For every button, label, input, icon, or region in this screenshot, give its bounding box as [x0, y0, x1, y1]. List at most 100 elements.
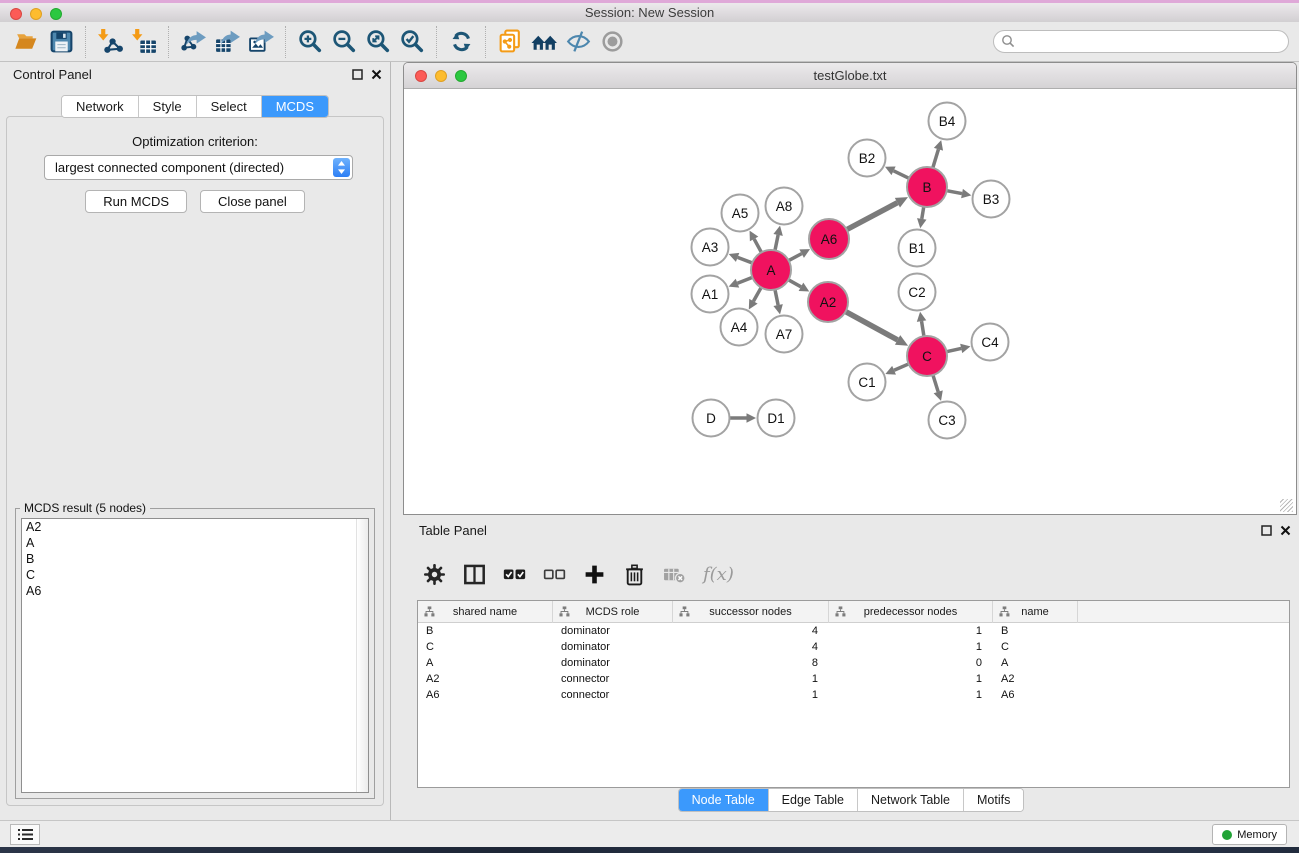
cell[interactable]: 4 [673, 639, 829, 655]
graph-node-C3[interactable]: C3 [929, 402, 966, 439]
cell[interactable]: A2 [418, 671, 553, 687]
show-columns-icon[interactable] [463, 563, 486, 586]
deselect-all-icon[interactable] [543, 563, 566, 586]
cell[interactable]: 1 [829, 671, 993, 687]
tab-network-table[interactable]: Network Table [858, 789, 964, 811]
column-header-MCDS-role[interactable]: MCDS role [553, 601, 673, 623]
column-header-shared-name[interactable]: shared name [418, 601, 553, 623]
graph-node-D[interactable]: D [693, 400, 730, 437]
graph-node-B[interactable]: B [907, 167, 947, 207]
cell[interactable]: dominator [553, 655, 673, 671]
cell[interactable]: 1 [673, 687, 829, 703]
cell[interactable]: 0 [829, 655, 993, 671]
cell[interactable]: B [418, 623, 553, 639]
table-row-a[interactable]: Adominator80A [418, 655, 1289, 671]
save-session-icon[interactable] [44, 26, 78, 58]
open-session-icon[interactable] [10, 26, 44, 58]
cell[interactable]: A6 [418, 687, 553, 703]
delete-table-icon[interactable] [663, 563, 686, 586]
tab-network[interactable]: Network [62, 96, 139, 117]
memory-button[interactable]: Memory [1212, 824, 1287, 845]
tab-edge-table[interactable]: Edge Table [769, 789, 858, 811]
close-table-panel-icon[interactable] [1280, 525, 1291, 536]
hide-selected-icon[interactable] [561, 26, 595, 58]
table-row-a2[interactable]: A2connector11A2 [418, 671, 1289, 687]
refresh-icon[interactable] [444, 26, 478, 58]
table-row-a6[interactable]: A6connector11A6 [418, 687, 1289, 703]
graph-node-A8[interactable]: A8 [766, 188, 803, 225]
result-scrollbar[interactable] [356, 519, 368, 792]
import-table-icon[interactable] [127, 26, 161, 58]
resize-grip-icon[interactable] [1280, 499, 1293, 512]
duplicate-network-icon[interactable] [493, 26, 527, 58]
table-settings-icon[interactable] [423, 563, 446, 586]
graph-node-B3[interactable]: B3 [973, 181, 1010, 218]
optimization-criterion-select[interactable]: largest connected component (directed) [44, 155, 353, 180]
graph-node-B2[interactable]: B2 [849, 140, 886, 177]
cell[interactable]: 1 [673, 671, 829, 687]
graph-node-C[interactable]: C [907, 336, 947, 376]
zoom-selected-icon[interactable] [395, 26, 429, 58]
graph-node-A2[interactable]: A2 [808, 282, 848, 322]
cell[interactable]: A [993, 655, 1078, 671]
cell[interactable]: B [993, 623, 1078, 639]
zoom-fit-icon[interactable] [361, 26, 395, 58]
export-network-icon[interactable] [176, 26, 210, 58]
zoom-out-icon[interactable] [327, 26, 361, 58]
export-image-icon[interactable] [244, 26, 278, 58]
graph-node-A5[interactable]: A5 [722, 195, 759, 232]
import-network-icon[interactable] [93, 26, 127, 58]
graph-node-D1[interactable]: D1 [758, 400, 795, 437]
task-history-button[interactable] [10, 824, 40, 845]
tab-mcds[interactable]: MCDS [262, 96, 328, 117]
graph-node-A1[interactable]: A1 [692, 276, 729, 313]
cell[interactable]: A [418, 655, 553, 671]
column-header-name[interactable]: name [993, 601, 1078, 623]
search-input[interactable] [993, 30, 1289, 53]
result-item-b[interactable]: B [22, 551, 368, 567]
cell[interactable]: 1 [829, 687, 993, 703]
delete-column-icon[interactable] [623, 563, 646, 586]
graph-node-A6[interactable]: A6 [809, 219, 849, 259]
close-panel-button[interactable]: Close panel [200, 190, 305, 213]
cell[interactable]: 1 [829, 639, 993, 655]
table-row-c[interactable]: Cdominator41C [418, 639, 1289, 655]
cell[interactable]: connector [553, 687, 673, 703]
result-item-a2[interactable]: A2 [22, 519, 368, 535]
cell[interactable]: A6 [993, 687, 1078, 703]
cell[interactable]: dominator [553, 639, 673, 655]
table-row-b[interactable]: Bdominator41B [418, 623, 1289, 639]
cell[interactable]: 1 [829, 623, 993, 639]
column-header-successor-nodes[interactable]: successor nodes [673, 601, 829, 623]
float-panel-icon[interactable] [352, 69, 363, 80]
home-icon[interactable] [527, 26, 561, 58]
cell[interactable]: C [418, 639, 553, 655]
export-table-icon[interactable] [210, 26, 244, 58]
graph-node-B4[interactable]: B4 [929, 103, 966, 140]
cell[interactable]: 4 [673, 623, 829, 639]
cell[interactable]: C [993, 639, 1078, 655]
network-window-titlebar[interactable]: testGlobe.txt [404, 63, 1296, 89]
run-mcds-button[interactable]: Run MCDS [85, 190, 187, 213]
create-column-icon[interactable] [583, 563, 606, 586]
graph-node-A[interactable]: A [751, 250, 791, 290]
graph-node-C2[interactable]: C2 [899, 274, 936, 311]
result-item-a6[interactable]: A6 [22, 583, 368, 599]
column-header-predecessor-nodes[interactable]: predecessor nodes [829, 601, 993, 623]
result-item-c[interactable]: C [22, 567, 368, 583]
network-canvas[interactable]: B4B2BB3A5A8A6A3B1AC2A1A2A4A7C4CC1DD1C3 [405, 90, 1295, 514]
graph-node-A7[interactable]: A7 [766, 316, 803, 353]
zoom-in-icon[interactable] [293, 26, 327, 58]
cell[interactable]: 8 [673, 655, 829, 671]
graph-node-C4[interactable]: C4 [972, 324, 1009, 361]
tab-style[interactable]: Style [139, 96, 197, 117]
cell[interactable]: A2 [993, 671, 1078, 687]
tab-select[interactable]: Select [197, 96, 262, 117]
tab-motifs[interactable]: Motifs [964, 789, 1023, 811]
graph-node-B1[interactable]: B1 [899, 230, 936, 267]
select-all-icon[interactable] [503, 563, 526, 586]
close-panel-icon[interactable] [371, 69, 382, 80]
show-all-icon[interactable] [595, 26, 629, 58]
float-table-panel-icon[interactable] [1261, 525, 1272, 536]
result-item-a[interactable]: A [22, 535, 368, 551]
